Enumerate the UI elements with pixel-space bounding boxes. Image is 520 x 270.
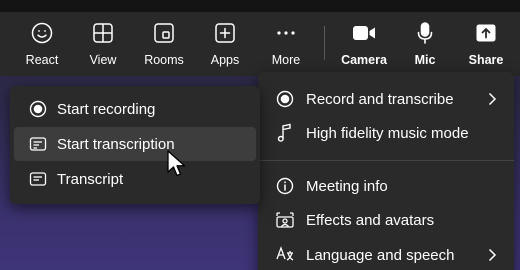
more-menu: Record and transcribe High fidelity musi… [258,72,514,270]
menu-item-language-and-speech[interactable]: Language and speech [258,238,514,270]
view-button[interactable]: View [73,12,133,74]
window-top-strip [0,0,520,12]
mouse-cursor-icon [167,150,186,177]
camera-icon [351,21,377,45]
transcript-icon [28,169,48,189]
menu-item-label: Record and transcribe [306,90,454,108]
submenu-item-label: Start transcription [57,135,175,153]
effects-icon [275,210,295,230]
record-icon [28,99,48,119]
rooms-icon [151,21,177,45]
share-label: Share [468,53,504,67]
menu-item-record-and-transcribe[interactable]: Record and transcribe [258,82,514,116]
ellipsis-icon [273,21,299,45]
menu-item-effects-and-avatars[interactable]: Effects and avatars [258,203,514,237]
transcription-icon [28,134,48,154]
toolbar-divider [324,26,325,60]
rooms-button[interactable]: Rooms [134,12,194,74]
apps-label: Apps [210,53,240,67]
music-note-icon [275,123,295,143]
submenu-item-transcript[interactable]: Transcript [14,162,256,196]
info-icon [275,176,295,196]
camera-button[interactable]: Camera [334,12,394,74]
more-button[interactable]: More [256,12,316,74]
menu-item-label: Language and speech [306,246,455,264]
mic-label: Mic [414,53,436,67]
menu-item-meeting-info[interactable]: Meeting info [258,169,514,203]
more-label: More [271,53,301,67]
menu-item-label: High fidelity music mode [306,124,469,142]
plus-square-icon [212,21,238,45]
menu-item-high-fidelity-music[interactable]: High fidelity music mode [258,116,514,150]
submenu-item-start-transcription[interactable]: Start transcription [14,127,256,161]
view-label: View [89,53,117,67]
chevron-right-icon [486,91,498,107]
submenu-item-label: Start recording [57,100,156,118]
share-arrow-icon [473,21,499,45]
rooms-label: Rooms [144,53,184,67]
record-submenu: Start recording Start transcription Tran… [10,86,260,204]
record-icon [275,89,295,109]
mic-button[interactable]: Mic [395,12,455,74]
react-label: React [25,53,59,67]
react-button[interactable]: React [12,12,72,74]
menu-item-label: Meeting info [306,177,388,195]
submenu-item-label: Transcript [57,170,124,188]
submenu-item-start-recording[interactable]: Start recording [14,92,256,126]
smiley-icon [29,21,55,45]
meeting-toolbar: React View Rooms Apps More Camera Mic Sh… [0,12,520,77]
share-button[interactable]: Share [456,12,516,74]
apps-button[interactable]: Apps [195,12,255,74]
menu-separator [258,160,514,161]
language-icon [275,245,295,265]
grid-view-icon [90,21,116,45]
menu-item-label: Effects and avatars [306,211,435,229]
camera-label: Camera [341,53,387,67]
microphone-icon [412,21,438,45]
chevron-right-icon [486,247,498,263]
